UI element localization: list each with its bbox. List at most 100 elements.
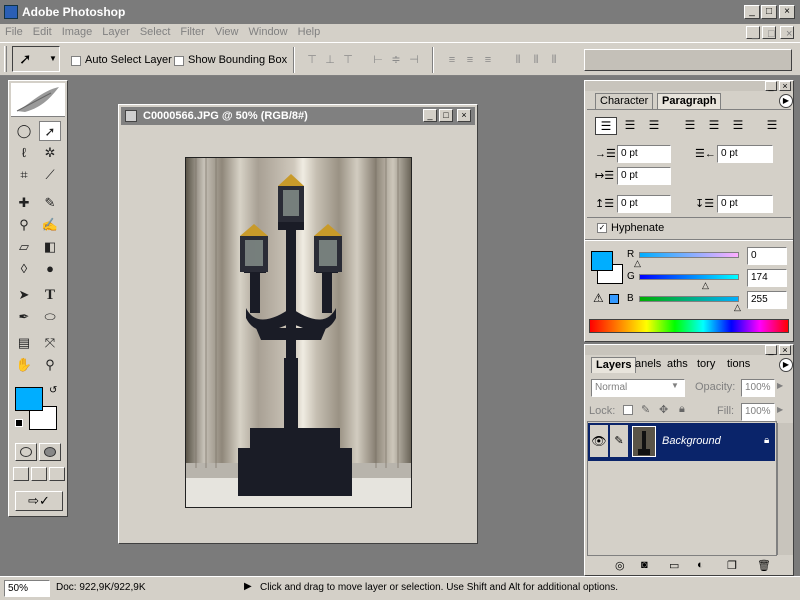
align-center-text-icon[interactable]: ☰ [619,117,641,135]
doc-restore-button[interactable]: □ [762,26,776,40]
eraser-tool-icon[interactable]: ▱ [13,237,35,257]
fill-field[interactable]: 100% [741,403,775,421]
layers-menu-icon[interactable]: ▶ [779,358,793,372]
screen-mode-standard-button[interactable] [13,467,29,481]
r-slider-thumb[interactable]: △ [634,258,641,269]
path-selection-tool-icon[interactable]: ➤ [13,285,35,305]
adjustment-layer-icon[interactable]: ◐ [697,559,704,571]
tool-preset-picker[interactable]: ➚ ▼ [12,46,60,72]
brush-tool-icon[interactable]: ✎ [39,193,61,213]
menu-help[interactable]: Help [293,24,326,38]
distribute-bottom-icon[interactable]: ≡ [480,53,496,67]
show-bounding-box-checkbox[interactable] [174,56,184,66]
standard-mode-button[interactable] [15,443,37,461]
fill-arrow-icon[interactable]: ▶ [777,405,783,414]
minimize-button[interactable]: _ [744,5,760,19]
r-value-field[interactable]: 0 [747,247,787,265]
move-tool-icon[interactable]: ➚ [39,121,61,141]
distribute-hcenter-icon[interactable]: ⫴ [528,53,544,67]
layer-style-icon[interactable]: ◎ [615,559,625,572]
gamut-warning-icon[interactable]: ⚠ [593,291,604,305]
document-title-bar[interactable]: C0000566.JPG @ 50% (RGB/8#) [121,107,475,125]
foreground-color-swatch[interactable] [15,387,43,411]
shape-tool-icon[interactable]: ⬭ [39,307,61,327]
distribute-left-icon[interactable]: ⫴ [510,53,526,67]
color-ramp[interactable] [589,319,789,333]
align-vcenter-icon[interactable]: ⊥ [322,53,338,67]
align-top-icon[interactable]: ⊤ [304,53,320,67]
tab-character[interactable]: Character [595,93,654,109]
gamut-swatch[interactable] [609,294,619,304]
zoom-tool-icon[interactable]: ⚲ [39,355,61,375]
zoom-field[interactable]: 50% [4,580,50,597]
indent-left-field[interactable]: 0 pt [617,145,671,163]
document-close-button[interactable]: × [457,109,471,122]
tab-paragraph[interactable]: Paragraph [657,93,722,109]
g-slider[interactable] [639,274,739,280]
color-fg-swatch[interactable] [591,251,613,271]
lock-transparency-checkbox[interactable] [623,405,633,415]
align-hcenter-icon[interactable]: ≑ [388,53,404,67]
opacity-arrow-icon[interactable]: ▶ [777,381,783,390]
r-slider[interactable] [639,252,739,258]
new-set-icon[interactable]: ▭ [669,559,679,572]
space-after-field[interactable]: 0 pt [717,195,773,213]
menu-file[interactable]: File [0,24,28,38]
hand-tool-icon[interactable]: ✋ [13,355,35,375]
space-before-field[interactable]: 0 pt [617,195,671,213]
layers-close-button[interactable]: × [779,345,791,355]
align-right-icon[interactable]: ⊣ [406,53,422,67]
marquee-tool-icon[interactable]: ◯ [13,121,35,141]
menu-filter[interactable]: Filter [175,24,209,38]
g-slider-thumb[interactable]: △ [702,280,709,291]
align-bottom-icon[interactable]: ⊤ [340,53,356,67]
document-maximize-button[interactable]: □ [439,109,453,122]
menu-window[interactable]: Window [244,24,293,38]
justify-last-left-icon[interactable]: ☰ [679,117,701,135]
close-button[interactable]: × [779,5,795,19]
history-brush-tool-icon[interactable]: ✍ [39,215,61,235]
layer-mask-icon[interactable]: ◙ [641,559,648,571]
jump-to-imageready-button[interactable]: ⇨✓ [15,491,63,511]
menu-select[interactable]: Select [135,24,176,38]
document-minimize-button[interactable]: _ [423,109,437,122]
lock-brush-icon[interactable]: ✎ [641,403,650,416]
b-slider-thumb[interactable]: △ [734,302,741,313]
g-value-field[interactable]: 174 [747,269,787,287]
tab-history[interactable]: tory [693,357,719,373]
layer-row-background[interactable]: 👁︎ ✎ Background 🔒︎ [588,423,775,461]
distribute-vcenter-icon[interactable]: ≡ [462,53,478,67]
panel-close-button[interactable]: × [779,81,791,91]
crop-tool-icon[interactable]: ⌗ [13,165,35,185]
layers-minimize-button[interactable]: _ [765,345,777,355]
default-colors-icon[interactable] [15,419,23,427]
new-layer-icon[interactable]: ❐ [727,559,737,572]
b-value-field[interactable]: 255 [747,291,787,309]
palette-well[interactable] [584,49,792,71]
doc-minimize-button[interactable]: _ [746,26,760,40]
b-slider[interactable] [639,296,739,302]
tab-actions[interactable]: tions [723,357,754,373]
screen-mode-full-button[interactable] [49,467,65,481]
notes-tool-icon[interactable]: ▤ [13,333,35,353]
delete-layer-icon[interactable]: 🗑︎ [757,559,771,572]
healing-brush-tool-icon[interactable]: ✚ [13,193,35,213]
eye-icon[interactable]: 👁︎ [590,425,608,457]
tab-layers[interactable]: Layers [591,357,637,373]
menu-edit[interactable]: Edit [28,24,57,38]
opacity-field[interactable]: 100% [741,379,775,397]
swap-colors-icon[interactable]: ↺ [49,385,57,396]
lock-all-icon[interactable]: 🔒︎ [679,403,685,416]
clone-stamp-tool-icon[interactable]: ⚲ [13,215,35,235]
align-left-text-icon[interactable]: ☰ [595,117,617,135]
lock-move-icon[interactable]: ✥ [659,403,668,416]
auto-select-layer-checkbox[interactable] [71,56,81,66]
quick-mask-button[interactable] [39,443,61,461]
gradient-tool-icon[interactable]: ◧ [39,237,61,257]
magic-wand-tool-icon[interactable]: ✲ [39,143,61,163]
menu-layer[interactable]: Layer [97,24,135,38]
align-right-text-icon[interactable]: ☰ [643,117,665,135]
layers-scrollbar[interactable] [777,423,793,555]
align-left-icon[interactable]: ⊢ [370,53,386,67]
justify-last-right-icon[interactable]: ☰ [727,117,749,135]
